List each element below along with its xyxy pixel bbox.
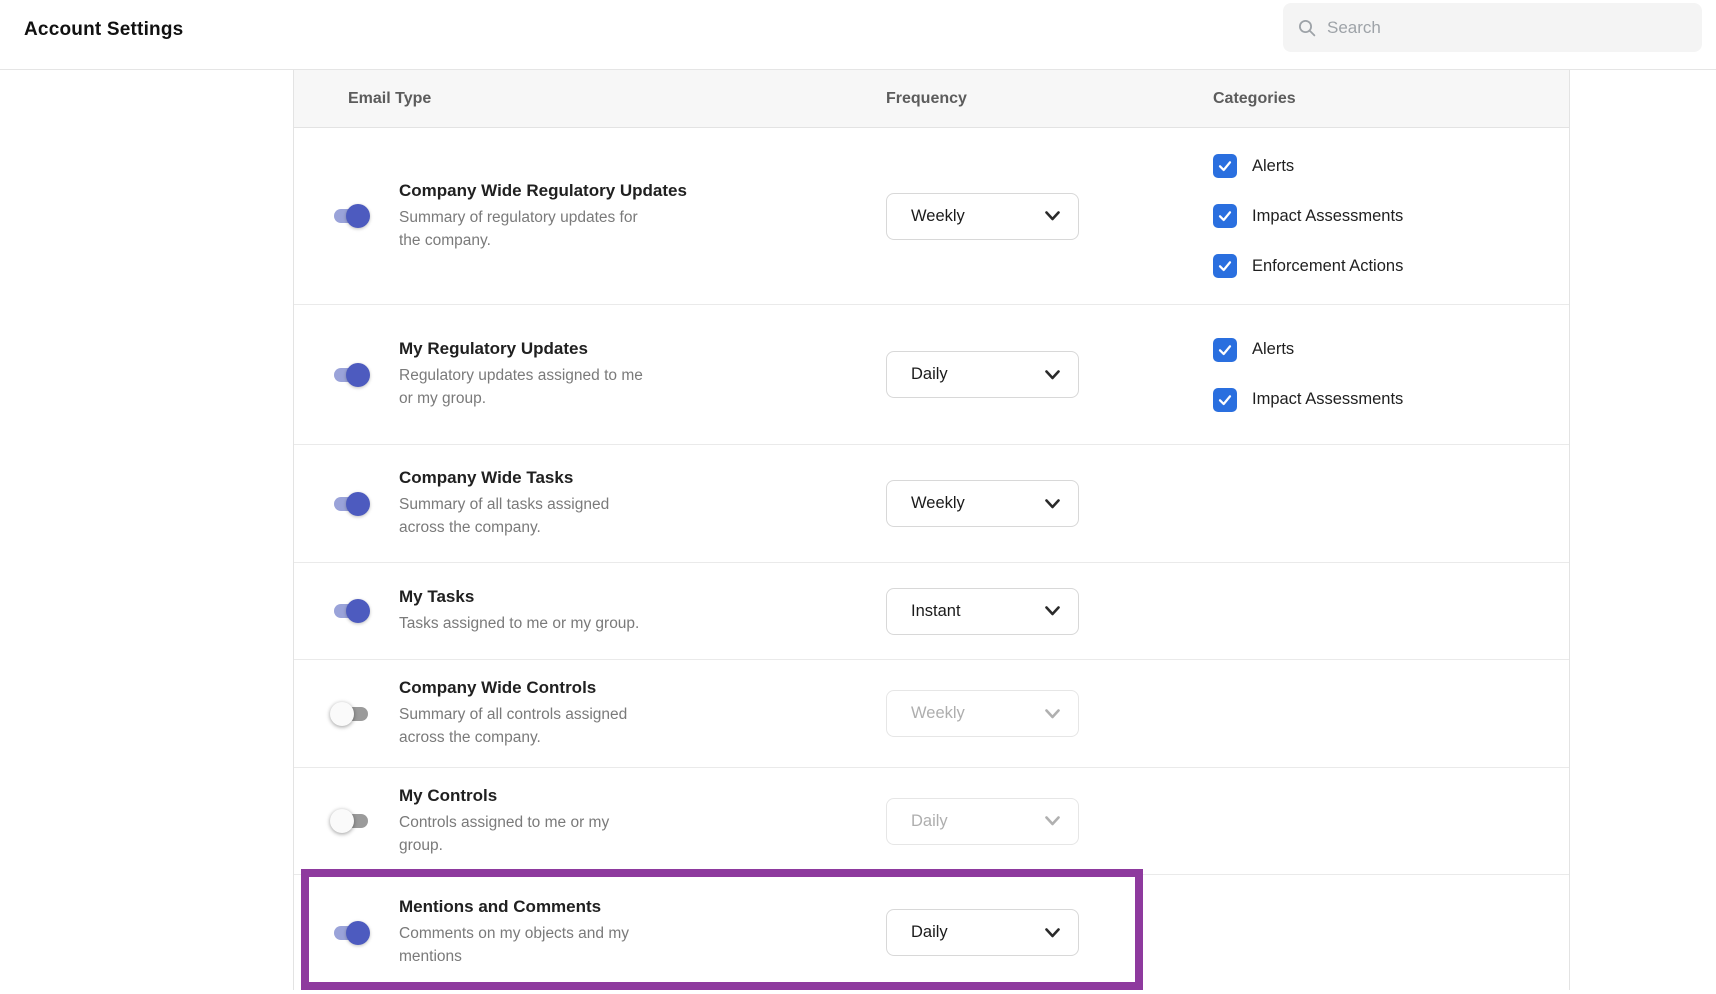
category-checkbox[interactable] [1213, 154, 1237, 178]
category-label: Enforcement Actions [1252, 257, 1403, 276]
email-type-description: Summary of regulatory updates for the co… [399, 206, 687, 252]
frequency-dropdown[interactable]: Weekly [886, 480, 1079, 527]
toggle-thumb [346, 492, 370, 516]
column-header-categories: Categories [1213, 70, 1296, 128]
frequency-value: Daily [911, 365, 948, 384]
checkmark-icon [1217, 208, 1233, 224]
email-type-description: Summary of all controls assigned across … [399, 703, 627, 749]
toggle-thumb [346, 921, 370, 945]
frequency-dropdown[interactable]: Instant [886, 588, 1079, 635]
table-row: Company Wide Regulatory Updates Summary … [294, 128, 1569, 305]
frequency-dropdown[interactable]: Daily [886, 351, 1079, 398]
category-item: Alerts [1213, 154, 1403, 178]
category-checkbox[interactable] [1213, 338, 1237, 362]
email-type-title: Company Wide Controls [399, 678, 627, 698]
email-type-description: Regulatory updates assigned to me or my … [399, 364, 643, 410]
email-toggle[interactable] [332, 809, 370, 833]
category-label: Alerts [1252, 157, 1294, 176]
table-row: Company Wide Controls Summary of all con… [294, 660, 1569, 768]
toggle-thumb [346, 599, 370, 623]
email-toggle[interactable] [332, 363, 370, 387]
category-label: Alerts [1252, 340, 1294, 359]
search-box[interactable] [1283, 3, 1702, 52]
categories-list: Alerts Impact Assessments [1213, 338, 1403, 412]
page-title: Account Settings [24, 0, 183, 60]
chevron-down-icon [1045, 816, 1060, 826]
checkmark-icon [1217, 258, 1233, 274]
frequency-value: Weekly [911, 207, 965, 226]
category-label: Impact Assessments [1252, 390, 1403, 409]
email-toggle[interactable] [332, 921, 370, 945]
email-toggle[interactable] [332, 702, 370, 726]
email-type-title: My Controls [399, 786, 609, 806]
email-type-title: Company Wide Regulatory Updates [399, 181, 687, 201]
table-row: Mentions and Comments Comments on my obj… [294, 875, 1569, 990]
toggle-thumb [330, 702, 354, 726]
frequency-dropdown[interactable]: Weekly [886, 690, 1079, 737]
chevron-down-icon [1045, 211, 1060, 221]
chevron-down-icon [1045, 370, 1060, 380]
table-row: Company Wide Tasks Summary of all tasks … [294, 445, 1569, 563]
checkmark-icon [1217, 342, 1233, 358]
email-type-description: Summary of all tasks assigned across the… [399, 493, 609, 539]
frequency-dropdown[interactable]: Daily [886, 798, 1079, 845]
column-header-frequency: Frequency [886, 70, 967, 128]
table-row: My Controls Controls assigned to me or m… [294, 768, 1569, 875]
email-type-description: Tasks assigned to me or my group. [399, 612, 639, 635]
top-bar: Account Settings [0, 0, 1716, 70]
table-row: My Regulatory Updates Regulatory updates… [294, 305, 1569, 445]
frequency-value: Daily [911, 812, 948, 831]
table-header: Email Type Frequency Categories [294, 70, 1569, 128]
frequency-value: Weekly [911, 704, 965, 723]
email-type-title: Mentions and Comments [399, 897, 629, 917]
category-checkbox[interactable] [1213, 388, 1237, 412]
frequency-value: Weekly [911, 494, 965, 513]
email-toggle[interactable] [332, 204, 370, 228]
checkmark-icon [1217, 158, 1233, 174]
search-input[interactable] [1327, 18, 1688, 38]
email-type-title: Company Wide Tasks [399, 468, 609, 488]
category-item: Alerts [1213, 338, 1403, 362]
table-row: My Tasks Tasks assigned to me or my grou… [294, 563, 1569, 660]
categories-list: Alerts Impact Assessments Enforcement Ac… [1213, 154, 1403, 278]
chevron-down-icon [1045, 606, 1060, 616]
checkmark-icon [1217, 392, 1233, 408]
email-type-title: My Regulatory Updates [399, 339, 643, 359]
email-table-body: Company Wide Regulatory Updates Summary … [294, 128, 1569, 990]
category-checkbox[interactable] [1213, 254, 1237, 278]
toggle-thumb [346, 363, 370, 387]
category-label: Impact Assessments [1252, 207, 1403, 226]
toggle-thumb [346, 204, 370, 228]
column-header-email-type: Email Type [348, 70, 431, 128]
email-type-description: Comments on my objects and my mentions [399, 922, 629, 968]
chevron-down-icon [1045, 499, 1060, 509]
email-settings-table: Email Type Frequency Categories Company … [293, 70, 1570, 990]
email-toggle[interactable] [332, 599, 370, 623]
frequency-value: Daily [911, 923, 948, 942]
category-item: Enforcement Actions [1213, 254, 1403, 278]
frequency-value: Instant [911, 602, 961, 621]
toggle-thumb [330, 809, 354, 833]
category-item: Impact Assessments [1213, 204, 1403, 228]
email-toggle[interactable] [332, 492, 370, 516]
category-item: Impact Assessments [1213, 388, 1403, 412]
email-type-title: My Tasks [399, 587, 639, 607]
category-checkbox[interactable] [1213, 204, 1237, 228]
frequency-dropdown[interactable]: Daily [886, 909, 1079, 956]
frequency-dropdown[interactable]: Weekly [886, 193, 1079, 240]
email-type-description: Controls assigned to me or my group. [399, 811, 609, 857]
chevron-down-icon [1045, 709, 1060, 719]
search-icon [1297, 18, 1317, 38]
chevron-down-icon [1045, 928, 1060, 938]
